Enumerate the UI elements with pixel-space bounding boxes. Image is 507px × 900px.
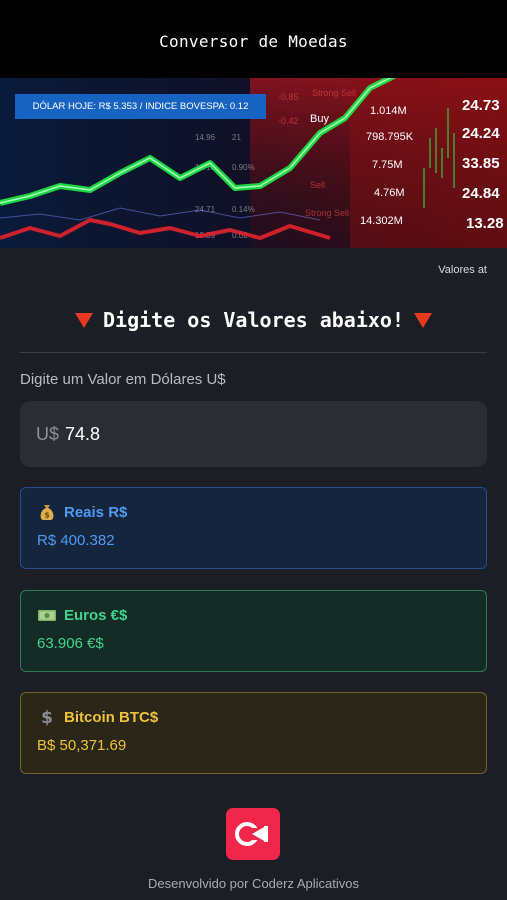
coderz-logo-icon[interactable] bbox=[226, 808, 280, 860]
svg-text:24.84: 24.84 bbox=[462, 185, 500, 202]
svg-text:14.96: 14.96 bbox=[195, 133, 216, 142]
banknote-icon bbox=[37, 605, 57, 625]
reais-title: Reais R$ bbox=[64, 503, 128, 521]
svg-text:Buy: Buy bbox=[310, 113, 329, 125]
euros-result-card: Euros €$ 63.906 €$ bbox=[20, 590, 487, 672]
svg-text:Strong Sell: Strong Sell bbox=[312, 88, 356, 98]
dollar-sign-icon: $ bbox=[37, 707, 57, 728]
svg-text:21: 21 bbox=[232, 133, 241, 142]
svg-text:0.14%: 0.14% bbox=[232, 205, 255, 214]
updated-values-label: Valores at bbox=[438, 264, 487, 276]
footer-credit: Desenvolvido por Coderz Aplicativos bbox=[148, 876, 359, 891]
euros-title: Euros €$ bbox=[64, 606, 128, 624]
market-banner: -0.85 Strong Sell -0.42 Sell Strong Sell… bbox=[0, 78, 507, 248]
svg-text:Sell: Sell bbox=[310, 180, 325, 190]
svg-text:33.85: 33.85 bbox=[462, 155, 500, 172]
divider bbox=[20, 352, 487, 353]
svg-text:4.76M: 4.76M bbox=[374, 187, 405, 199]
svg-text:14.302M: 14.302M bbox=[360, 215, 403, 227]
svg-text:$: $ bbox=[44, 511, 50, 520]
dollar-amount-value[interactable]: 74.8 bbox=[65, 424, 100, 445]
svg-text:24.24: 24.24 bbox=[462, 125, 500, 142]
svg-text:7.75M: 7.75M bbox=[372, 159, 403, 171]
bitcoin-result-card: $ Bitcoin BTC$ B$ 50,371.69 bbox=[20, 692, 487, 774]
reais-result-card: $ Reais R$ R$ 400.382 bbox=[20, 487, 487, 569]
svg-text:-0.42: -0.42 bbox=[278, 116, 299, 126]
bitcoin-value: B$ 50,371.69 bbox=[37, 737, 127, 754]
bitcoin-title: Bitcoin BTC$ bbox=[64, 708, 159, 726]
reais-value: R$ 400.382 bbox=[37, 532, 115, 549]
app-header: Conversor de Moedas bbox=[0, 0, 507, 78]
svg-text:1.014M: 1.014M bbox=[370, 105, 407, 117]
svg-text:0.90%: 0.90% bbox=[232, 163, 255, 172]
svg-text:798.795K: 798.795K bbox=[366, 131, 414, 143]
currency-prefix: U$ bbox=[36, 423, 60, 444]
page-title: Conversor de Moedas bbox=[159, 31, 348, 51]
svg-text:Strong Sell: Strong Sell bbox=[305, 208, 349, 218]
dollar-amount-input[interactable]: U$ 74.8 bbox=[20, 401, 487, 467]
market-ticker-banner: DÓLAR HOJE: R$ 5.353 / INDICE BOVESPA: 0… bbox=[15, 94, 266, 119]
section-heading: Digite os Valores abaixo! bbox=[0, 308, 507, 332]
money-bag-icon: $ bbox=[37, 502, 57, 522]
svg-text:-0.85: -0.85 bbox=[278, 92, 299, 102]
svg-text:$: $ bbox=[41, 708, 53, 727]
red-triangle-down-icon bbox=[74, 312, 93, 328]
red-triangle-down-icon bbox=[414, 312, 433, 328]
svg-text:24.73: 24.73 bbox=[462, 97, 500, 114]
svg-text:13.28: 13.28 bbox=[466, 215, 504, 232]
section-heading-text: Digite os Valores abaixo! bbox=[102, 308, 405, 332]
euros-value: 63.906 €$ bbox=[37, 635, 104, 652]
dollar-input-label: Digite um Valor em Dólares U$ bbox=[20, 371, 226, 388]
